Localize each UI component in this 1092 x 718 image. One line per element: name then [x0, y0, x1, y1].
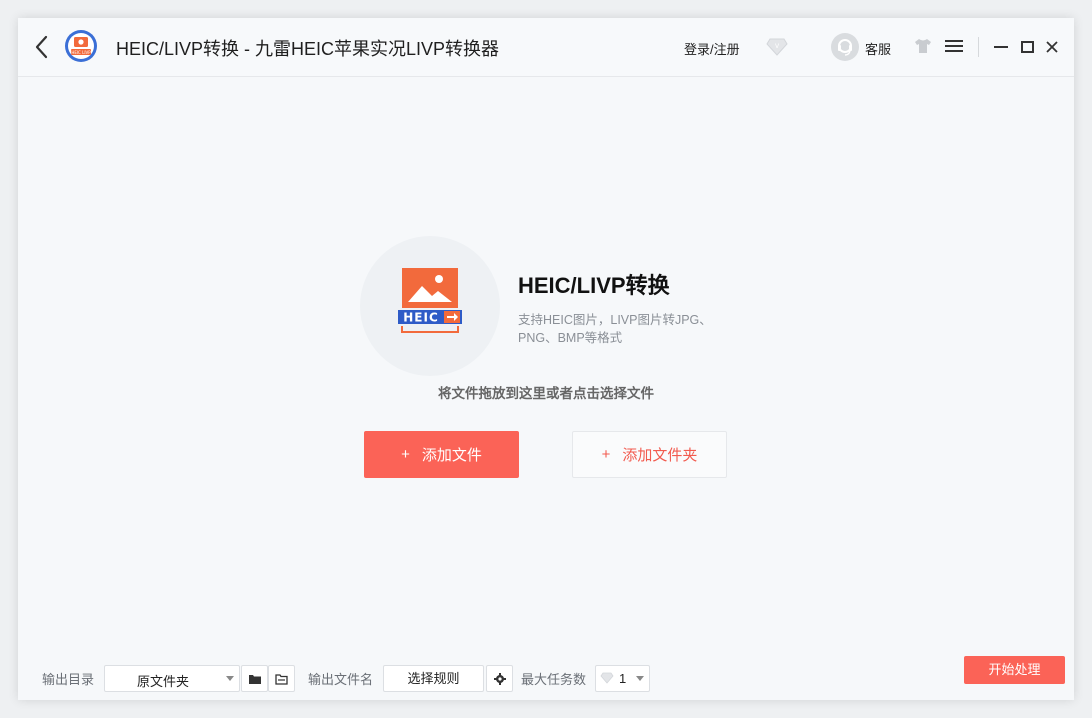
vip-diamond-icon[interactable]: V: [766, 37, 788, 57]
back-icon[interactable]: [32, 34, 52, 60]
max-tasks-value: 1: [619, 671, 627, 686]
vip-diamond-icon: [600, 672, 614, 684]
chevron-down-icon: [636, 676, 644, 681]
plus-icon: +: [401, 446, 410, 463]
open-folder-icon: [274, 673, 288, 685]
folder-icon: [248, 674, 261, 684]
window-title: HEIC/LIVP转换 - 九雷HEIC苹果实况LIVP转换器: [116, 39, 500, 59]
feature-description: 支持HEIC图片，LIVP图片转JPG、PNG、BMP等格式: [518, 313, 712, 345]
heic-badge-text: HEIC: [403, 311, 439, 325]
login-register-link[interactable]: 登录/注册: [684, 39, 740, 58]
add-folder-label: 添加文件夹: [622, 447, 698, 464]
start-processing-button[interactable]: 开始处理: [964, 656, 1065, 684]
feature-title: HEIC/LIVP转换: [518, 273, 670, 298]
heic-convert-icon: HEIC: [360, 236, 500, 376]
add-file-button[interactable]: + 添加文件: [364, 431, 519, 478]
max-tasks-select[interactable]: 1: [595, 665, 650, 692]
app-logo: HEIC LIVP: [65, 30, 97, 62]
hamburger-menu-icon[interactable]: [945, 39, 963, 53]
select-rule-button[interactable]: 选择规则: [383, 665, 484, 692]
titlebar-divider: [978, 37, 979, 57]
tshirt-icon[interactable]: [914, 38, 932, 54]
close-icon[interactable]: [1043, 37, 1061, 57]
output-filename-label: 输出文件名: [308, 672, 374, 687]
chevron-down-icon: [226, 676, 234, 681]
browse-folder-button[interactable]: [241, 665, 268, 692]
maximize-icon[interactable]: [1018, 37, 1036, 57]
drop-hint: 将文件拖放到这里或者点击选择文件: [438, 386, 654, 401]
add-folder-button[interactable]: + 添加文件夹: [572, 431, 727, 478]
plus-icon: +: [601, 446, 611, 463]
customer-service-label[interactable]: 客服: [865, 39, 891, 58]
open-folder-button[interactable]: [268, 665, 295, 692]
gear-icon: [493, 672, 506, 685]
output-dir-label: 输出目录: [42, 672, 95, 687]
add-file-label: 添加文件: [421, 447, 482, 464]
app-window: HEIC LIVP HEIC/LIVP转换 - 九雷HEIC苹果实况LIVP转换…: [18, 18, 1074, 700]
minimize-icon[interactable]: [992, 37, 1010, 57]
max-tasks-label: 最大任务数: [521, 672, 587, 687]
customer-service-avatar[interactable]: [831, 33, 859, 61]
output-dir-select[interactable]: 原文件夹: [104, 665, 240, 692]
logo-text: HEIC LIVP: [71, 50, 91, 55]
headset-icon: [838, 39, 852, 56]
title-bar: HEIC LIVP HEIC/LIVP转换 - 九雷HEIC苹果实况LIVP转换…: [18, 18, 1074, 77]
rule-settings-button[interactable]: [486, 665, 513, 692]
output-dir-value: 原文件夹: [137, 674, 190, 689]
